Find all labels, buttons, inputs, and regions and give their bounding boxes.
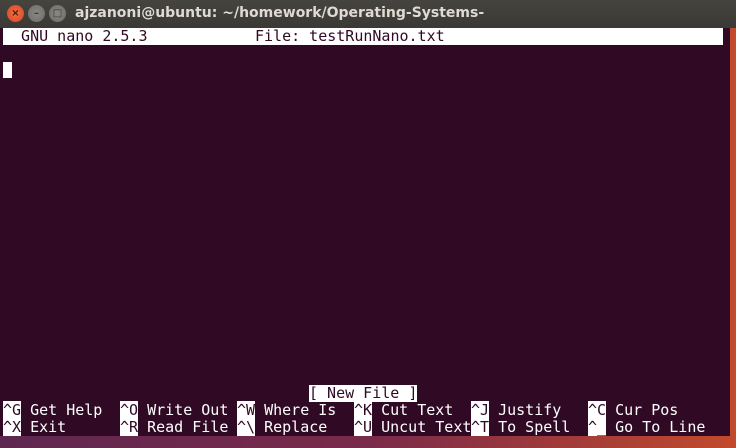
shortcut-label: Cut Text <box>372 401 454 419</box>
shortcut-label: Exit <box>21 418 67 436</box>
shortcut-key: ^T <box>471 418 490 436</box>
shortcut-row: ^X Exit ^R Read File ^\ Replace ^U Uncut Te… <box>3 418 723 436</box>
shortcut-key: ^U <box>354 418 373 436</box>
shortcut-label: Justify <box>489 401 562 419</box>
shortcut-item[interactable]: ^_ Go To Line <box>588 418 706 436</box>
shortcut-item[interactable]: ^U Uncut Text <box>354 418 472 436</box>
text-cursor <box>3 62 12 78</box>
nano-header: GNU nano 2.5.3 File: testRunNano.txt <box>3 28 723 45</box>
shortcut-key: ^\ <box>237 418 256 436</box>
terminal[interactable]: GNU nano 2.5.3 File: testRunNano.txt [ N… <box>0 28 730 436</box>
shortcut-key: ^K <box>354 401 373 419</box>
close-icon: × <box>11 8 20 19</box>
shortcut-item[interactable]: ^W Where Is <box>237 401 337 419</box>
minimize-icon: – <box>34 8 39 19</box>
shortcut-label: Where Is <box>255 401 337 419</box>
shortcut-label: Read File <box>138 418 229 436</box>
shortcut-label: Go To Line <box>606 418 706 436</box>
shortcut-item[interactable]: ^J Justify <box>471 401 562 419</box>
file-name: File: testRunNano.txt <box>255 27 445 45</box>
shortcut-label: Write Out <box>138 401 229 419</box>
nano-version: GNU nano 2.5.3 <box>3 27 148 45</box>
shortcut-label: To Spell <box>489 418 571 436</box>
shortcut-key: ^_ <box>588 418 607 436</box>
close-button[interactable]: × <box>7 5 24 22</box>
shortcut-label: Get Help <box>21 401 103 419</box>
shortcut-label: Replace <box>255 418 328 436</box>
shortcut-label: Uncut Text <box>372 418 472 436</box>
shortcut-item[interactable]: ^O Write Out <box>120 401 229 419</box>
window-title: ajzanoni@ubuntu: ~/homework/Operating-Sy… <box>75 5 485 21</box>
shortcut-item[interactable]: ^C Cur Pos <box>588 401 679 419</box>
shortcut-key: ^G <box>3 401 22 419</box>
shortcut-item[interactable]: ^\ Replace <box>237 418 328 436</box>
shortcut-key: ^R <box>120 418 139 436</box>
status-message: [ New File ] <box>309 384 418 402</box>
minimize-button[interactable]: – <box>28 5 45 22</box>
title-bar: × – □ ajzanoni@ubuntu: ~/homework/Operat… <box>0 0 736 28</box>
shortcut-key: ^C <box>588 401 607 419</box>
shortcut-item[interactable]: ^T To Spell <box>471 418 571 436</box>
shortcut-label: Cur Pos <box>606 401 679 419</box>
shortcut-key: ^J <box>471 401 490 419</box>
maximize-icon: □ <box>52 8 63 19</box>
status-line: [ New File ] <box>3 385 723 402</box>
shortcut-item[interactable]: ^K Cut Text <box>354 401 454 419</box>
shortcut-key: ^W <box>237 401 256 419</box>
shortcut-key: ^X <box>3 418 22 436</box>
shortcut-item[interactable]: ^G Get Help <box>3 401 103 419</box>
shortcut-row: ^G Get Help ^O Write Out ^W Where Is ^K Cut… <box>3 401 723 419</box>
shortcut-key: ^O <box>120 401 139 419</box>
shortcut-item[interactable]: ^R Read File <box>120 418 229 436</box>
shortcut-item[interactable]: ^X Exit <box>3 418 67 436</box>
maximize-button[interactable]: □ <box>49 5 66 22</box>
